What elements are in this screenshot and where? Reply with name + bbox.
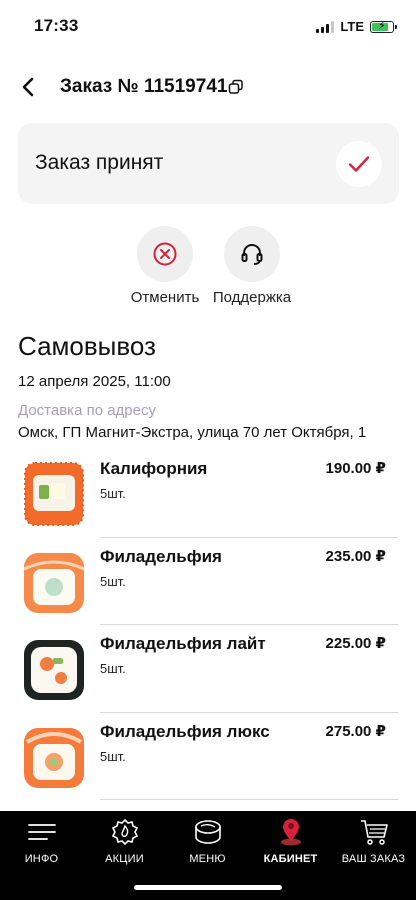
tab-account-label: КАБИНЕТ: [263, 853, 318, 865]
back-button[interactable]: [16, 74, 40, 100]
user-pin-icon: [275, 817, 307, 847]
checkmark-icon: [348, 156, 370, 172]
philadelphia-roll-image: [23, 552, 85, 613]
chevron-left-icon: [22, 77, 34, 97]
tab-info[interactable]: ИНФО: [0, 817, 83, 869]
cancel-label: Отменить: [130, 289, 200, 306]
battery-icon: ⚡: [370, 20, 397, 33]
tab-account[interactable]: КАБИНЕТ: [249, 817, 332, 869]
cart-icon: [358, 817, 390, 847]
tab-info-label: ИНФО: [24, 853, 59, 865]
item-name: Филадельфия люкс: [100, 721, 270, 741]
home-indicator: [134, 885, 282, 890]
status-indicators: LTE ⚡: [316, 19, 397, 34]
california-roll-image: [24, 462, 84, 526]
network-label: LTE: [340, 19, 364, 34]
order-status-text: Заказ принят: [35, 151, 164, 174]
headset-icon: [241, 244, 263, 265]
item-quantity: 5шт.: [100, 661, 126, 676]
item-name: Калифорния: [100, 459, 208, 478]
status-bar: 17:33 LTE ⚡: [0, 0, 416, 54]
cancel-circle-icon: [153, 242, 177, 266]
cancel-order-button[interactable]: Отменить: [128, 226, 202, 306]
header: Заказ № 11519741: [0, 70, 416, 104]
tab-promotions[interactable]: АКЦИИ: [83, 817, 166, 869]
item-name: Филадельфия лайт: [100, 634, 266, 653]
page-title: Заказ № 11519741: [60, 76, 244, 98]
address-value: Омск, ГП Магнит-Экстра, улица 70 лет Окт…: [18, 424, 367, 441]
order-status-card: Заказ принят: [18, 123, 399, 204]
item-quantity: 5шт.: [100, 486, 126, 501]
order-date: 12 апреля 2025, 11:00: [18, 373, 171, 390]
order-items-list: Калифорния 5шт. 190.00 ₽ Филадельфия 5шт…: [0, 450, 416, 800]
support-button[interactable]: Поддержка: [208, 226, 296, 306]
support-label: Поддержка: [212, 289, 292, 306]
status-check-badge: [336, 141, 382, 187]
sushi-icon: [192, 817, 224, 847]
cancel-circle: [137, 226, 193, 282]
order-number-title: Заказ № 11519741: [60, 76, 228, 97]
tab-promotions-label: АКЦИИ: [105, 853, 144, 865]
fire-badge-icon: [109, 817, 141, 847]
tab-cart-label: ВАШ ЗАКАЗ: [341, 853, 406, 865]
item-quantity: 5шт.: [100, 573, 126, 589]
copy-icon[interactable]: [228, 79, 244, 95]
divider: [100, 799, 398, 800]
delivery-type-heading: Самовывоз: [18, 331, 156, 361]
status-time: 17:33: [34, 16, 79, 35]
signal-icon: [316, 20, 335, 33]
item-quantity: 5шт.: [100, 748, 126, 764]
item-price: 225.00 ₽: [325, 635, 386, 652]
item-name: Филадельфия: [100, 546, 222, 566]
item-price: 235.00 ₽: [325, 547, 386, 565]
item-price: 275.00 ₽: [325, 722, 386, 740]
philadelphia-light-roll-image: [24, 640, 84, 700]
menu-lines-icon: [26, 817, 58, 847]
tab-cart[interactable]: ВАШ ЗАКАЗ: [332, 817, 415, 869]
philadelphia-lux-roll-image: [24, 727, 84, 788]
order-item: Филадельфия 5шт. 235.00 ₽: [0, 538, 416, 625]
tab-menu-label: МЕНЮ: [189, 853, 226, 865]
support-circle: [224, 226, 280, 282]
item-price: 190.00 ₽: [325, 460, 386, 477]
order-item: Филадельфия лайт 5шт. 225.00 ₽: [0, 625, 416, 713]
order-item: Филадельфия люкс 5шт. 275.00 ₽: [0, 713, 416, 800]
order-item: Калифорния 5шт. 190.00 ₽: [0, 450, 416, 538]
tab-menu[interactable]: МЕНЮ: [166, 817, 249, 869]
address-label: Доставка по адресу: [18, 402, 156, 419]
